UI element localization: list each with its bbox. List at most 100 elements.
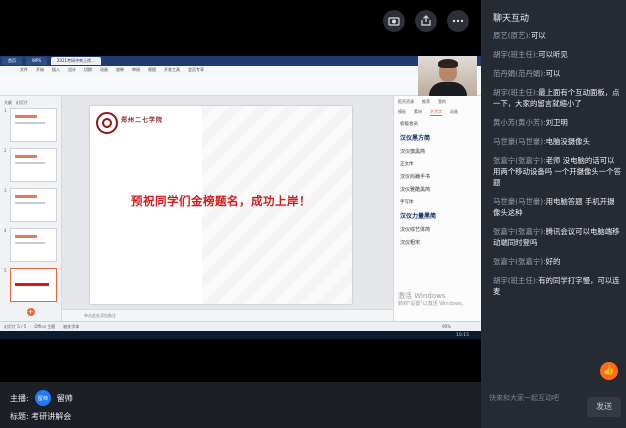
thumbs-up-icon[interactable]: 👍 <box>600 362 618 380</box>
rp-tab[interactable]: 动画 <box>450 109 458 116</box>
slide-thumbnail[interactable]: 3 <box>4 188 57 222</box>
watermark-line1: 激活 Windows <box>398 292 446 300</box>
chat-panel: 聊天互动 原艺(原艺):可以 胡宇(班主任):可以听见 范丹娟(范丹娟):可以 胡宇(… <box>481 0 626 428</box>
chat-input[interactable]: 快来和大家一起互动吧 <box>487 388 587 408</box>
host-name: 留帅 <box>56 393 73 403</box>
rp-item[interactable]: 手写体 <box>398 199 477 205</box>
wps-tab-wps[interactable]: WPS <box>26 57 47 65</box>
shared-screen: 首页 WPS 2021考研冲刺上岸... 文件 开始 插入 设计 切换 动画 放… <box>0 56 481 331</box>
top-toolbar <box>383 10 469 32</box>
tab-slides[interactable]: 幻灯片 <box>16 100 28 106</box>
rp-item[interactable]: 初级会员 <box>398 121 477 127</box>
chat-text: 可以 <box>530 31 546 40</box>
chat-message: 马世豪(马世豪):电脑没摄像头 <box>493 136 621 147</box>
wps-tab-home[interactable]: 首页 <box>2 57 22 65</box>
chat-text: 可以 <box>545 69 561 78</box>
wps-status-bar: 幻灯片 5 / 5 Office 主题 缺失字体 95% <box>0 321 481 331</box>
host-label: 主播: <box>10 393 29 403</box>
wps-menu-item[interactable]: 视图 <box>148 67 156 73</box>
tab-outline[interactable]: 大纲 <box>4 100 12 106</box>
rp-tab[interactable]: 模板 <box>398 109 406 116</box>
rp-header-item[interactable]: 我的 <box>438 99 446 105</box>
wps-menu-item[interactable]: 插入 <box>52 67 60 73</box>
resource-panel: 稻壳资源 推荐 我的 模板 素材 艺术字 动画 初级会员 汉仪黑方简 汉仪旗黑简… <box>393 96 481 321</box>
chat-sender: 胡宇(班主任): <box>493 276 539 285</box>
add-slide-button[interactable]: + <box>26 308 35 316</box>
chat-text: 刘卫明 <box>545 118 568 127</box>
more-icon[interactable] <box>447 10 469 32</box>
slide-thumbnail[interactable]: 2 <box>4 148 57 182</box>
zoom-level[interactable]: 95% <box>442 324 451 329</box>
topic-row: 标题: 考研讲解会 <box>10 411 71 422</box>
rp-header-item[interactable]: 稻壳资源 <box>398 99 414 105</box>
rp-item[interactable]: 汉仪雅酷黑简 <box>398 186 477 193</box>
presenter-camera <box>418 56 477 96</box>
chat-sender: 张嘉宁(张嘉宁): <box>493 156 546 165</box>
wps-menu-item[interactable]: 开始 <box>36 67 44 73</box>
chat-message: 黄小芳(黄小芳):刘卫明 <box>493 117 621 128</box>
rp-tab[interactable]: 素材 <box>414 109 422 116</box>
rp-item[interactable]: 汉仪黑方简 <box>398 133 477 142</box>
rp-item[interactable]: 汉仪力量黑简 <box>398 211 477 220</box>
current-slide: 郑州二七学院 预祝同学们金榜题名，成功上岸！ <box>90 106 352 304</box>
topic-label: 标题: <box>10 412 29 421</box>
wps-menu-item[interactable]: 开发工具 <box>164 67 180 73</box>
chat-title: 聊天互动 <box>493 14 530 24</box>
rp-tab-active[interactable]: 艺术字 <box>430 109 442 116</box>
status-item: 缺失字体 <box>63 323 80 329</box>
rp-header-item[interactable]: 推荐 <box>422 99 430 105</box>
chat-message: 张嘉宁(张嘉宁):老师 没电脑的话可以用两个移动设备吗 一个开摄像头一个答题 <box>493 155 621 188</box>
chat-text: 好的 <box>545 257 561 266</box>
chat-message: 胡宇(班主任):有的同学打字慢，可以连麦 <box>493 275 621 297</box>
wps-menu-item[interactable]: 会员专享 <box>188 67 204 73</box>
share-icon[interactable] <box>415 10 437 32</box>
chat-message-list: 原艺(原艺):可以 胡宇(班主任):可以听见 范丹娟(范丹娟):可以 胡宇(班主任):… <box>493 30 621 305</box>
wps-menu-item[interactable]: 文件 <box>20 67 28 73</box>
wps-tab-bar: 首页 WPS 2021考研冲刺上岸... <box>0 56 481 66</box>
chat-message: 张嘉宁(张嘉宁):好的 <box>493 256 621 267</box>
rp-item[interactable]: 汉仪综艺体简 <box>398 226 477 233</box>
chat-message: 胡宇(班主任):最上面有个互动面板，点一下，大家的留言就缩小了 <box>493 87 621 109</box>
rp-item[interactable]: 汉仪粗宋 <box>398 239 477 246</box>
avatar[interactable]: 留帅 <box>34 390 51 406</box>
slide-title: 预祝同学们金榜题名，成功上岸！ <box>131 194 311 208</box>
chat-text: 可以听见 <box>538 50 568 59</box>
rp-item[interactable]: 汉仪旗黑简 <box>398 148 477 155</box>
chat-sender: 黄小芳(黄小芳): <box>493 118 546 127</box>
chat-sender: 马世豪(马世豪): <box>493 137 546 146</box>
chat-message: 原艺(原艺):可以 <box>493 30 621 41</box>
wps-menu-item[interactable]: 设计 <box>68 67 76 73</box>
slide-thumbnail-selected[interactable]: 5 <box>4 268 57 302</box>
windows-activation-watermark: 激活 Windows 转到"设置"以激活 Windows。 <box>398 292 467 308</box>
wps-menu-item[interactable]: 放映 <box>116 67 124 73</box>
rp-item[interactable]: 汉仪尚巍手书 <box>398 173 477 180</box>
wps-body: 大纲 幻灯片 1 2 3 4 5 + 郑州二七学院 预祝同学们金榜题名，成功上岸… <box>0 96 481 321</box>
status-item: Office 主题 <box>34 323 56 329</box>
chat-message: 范丹娟(范丹娟):可以 <box>493 68 621 79</box>
chat-text: 电脑没摄像头 <box>545 137 590 146</box>
slide-canvas: 郑州二七学院 预祝同学们金榜题名，成功上岸！ 单击此处添加备注 <box>62 96 393 321</box>
wps-menu-item[interactable]: 切换 <box>84 67 92 73</box>
slide-thumbnail-panel: 大纲 幻灯片 1 2 3 4 5 + <box>0 96 62 321</box>
school-name: 郑州二七学院 <box>121 117 164 124</box>
stream-info-bar: 主播: 留帅 留帅 标题: 考研讲解会 <box>0 382 481 428</box>
slide-thumbnail[interactable]: 4 <box>4 228 57 262</box>
slide-thumbnail[interactable]: 1 <box>4 108 57 142</box>
notes-field[interactable]: 单击此处添加备注 <box>62 309 393 321</box>
wps-tab-document[interactable]: 2021考研冲刺上岸... <box>50 57 101 65</box>
camera-switch-icon[interactable] <box>383 10 405 32</box>
taskbar-clock: 10:15 <box>456 332 469 338</box>
chat-sender: 马世豪(马世豪): <box>493 197 546 206</box>
wps-menu-item[interactable]: 动画 <box>100 67 108 73</box>
send-button[interactable]: 发送 <box>587 397 621 417</box>
rp-item[interactable]: 正文体 <box>398 161 477 167</box>
chat-sender: 原艺(原艺): <box>493 31 531 40</box>
wps-ribbon <box>0 74 481 96</box>
chat-message: 胡宇(班主任):可以听见 <box>493 49 621 60</box>
topic-text: 考研讲解会 <box>31 412 72 421</box>
chat-message: 张嘉宁(张嘉宁):腾讯会议可以电脑端移动端同时登吗 <box>493 226 621 248</box>
windows-taskbar: 10:15 <box>0 331 481 339</box>
chat-sender: 范丹娟(范丹娟): <box>493 69 546 78</box>
wps-menu-bar: 文件 开始 插入 设计 切换 动画 放映 审阅 视图 开发工具 会员专享 <box>0 66 481 74</box>
wps-menu-item[interactable]: 审阅 <box>132 67 140 73</box>
